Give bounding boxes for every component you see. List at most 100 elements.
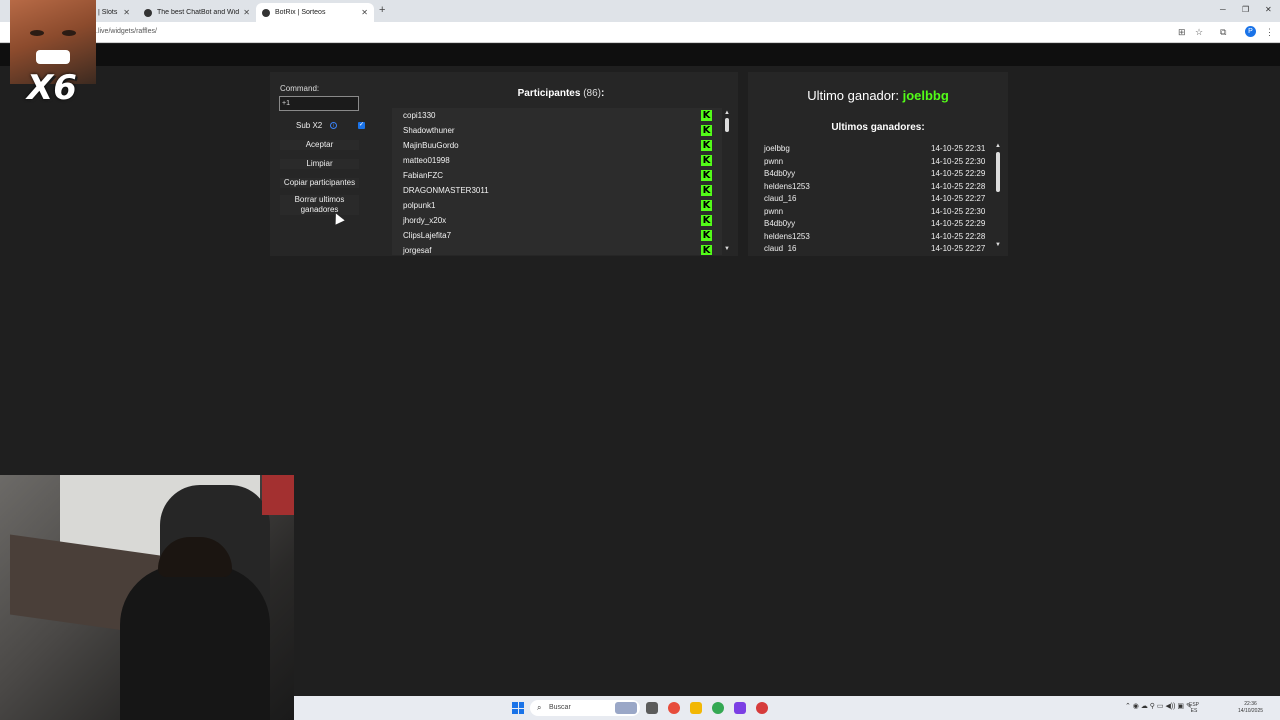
winner-row: claud_16 14-10-25 22:27 — [756, 242, 992, 251]
kick-icon: K — [701, 170, 712, 181]
participant-name: copi1330 — [403, 111, 436, 120]
app-icon[interactable] — [734, 702, 746, 714]
url-text[interactable]: .live/widgets/raffles/ — [96, 28, 157, 35]
eye — [30, 30, 44, 36]
scroll-down-icon[interactable]: ▼ — [995, 242, 1001, 248]
winner-row: joelbbg 14-10-25 22:31 — [756, 142, 992, 154]
winners-title: Ultimos ganadores: — [831, 122, 925, 133]
window-close-icon[interactable]: ✕ — [1265, 5, 1272, 14]
winner-row: pwnn 14-10-25 22:30 — [756, 155, 992, 167]
maximize-icon[interactable]: ❐ — [1242, 5, 1249, 14]
winner-row: B4db0yy 14-10-25 22:29 — [756, 167, 992, 179]
profile-avatar[interactable]: P — [1245, 26, 1256, 37]
participants-list[interactable]: copi1330 K Shadowthuner K MajinBuuGordo Kmatt… — [392, 108, 722, 255]
clear-button[interactable]: Limpiar — [280, 159, 359, 169]
file-explorer-icon[interactable] — [690, 702, 702, 714]
kick-icon: K — [701, 140, 712, 151]
browser-tab-slots[interactable]: | Slots o ✕ — [92, 3, 136, 22]
winners-scrollbar[interactable]: ▲ ▼ — [995, 143, 1001, 251]
search-icon: ⌕ — [537, 703, 542, 712]
copy-participants-button[interactable]: Copiar participantes — [280, 178, 359, 188]
participant-row: DRAGONMASTER3011 K — [392, 183, 722, 198]
winner-row: B4db0yy 14-10-25 22:29 — [756, 217, 992, 229]
info-icon[interactable]: i — [330, 122, 337, 129]
language-indicator[interactable]: ESP ES — [1189, 702, 1199, 714]
widgets-icon[interactable] — [615, 702, 637, 714]
kick-icon: K — [701, 200, 712, 211]
winner-date: 14-10-25 22:27 — [931, 244, 986, 251]
participant-name: matteo01998 — [403, 156, 450, 165]
bookmark-star-icon[interactable]: ☆ — [1195, 27, 1203, 38]
kick-icon: K — [701, 110, 712, 121]
accept-button[interactable]: Aceptar — [280, 140, 359, 150]
lang-line: ES — [1190, 708, 1198, 714]
scroll-thumb[interactable] — [725, 118, 729, 132]
participants-title-text: Participantes — [517, 88, 581, 99]
participants-count: (86) — [583, 88, 602, 99]
participants-scrollbar[interactable]: ▲ ▼ — [724, 110, 730, 255]
last-winner: Ultimo ganador: joelbbg — [748, 88, 1008, 103]
sub-x2-label: Sub X2 — [296, 121, 323, 130]
scroll-thumb[interactable] — [996, 152, 1000, 192]
multiplier-overlay: X6 — [27, 68, 77, 108]
winner-date: 14-10-25 22:30 — [931, 206, 986, 216]
participant-name: Shadowthuner — [403, 126, 455, 135]
participants-title: Participantes (86): — [390, 88, 732, 99]
button-label-line: Borrar ultimos — [294, 195, 345, 204]
kick-icon: K — [701, 155, 712, 166]
tab-label: | Slots o — [98, 9, 119, 16]
participant-row: polpunk1 K — [392, 198, 722, 213]
winner-name: claud_16 — [764, 244, 797, 251]
extensions-icon[interactable]: ⧉ — [1220, 27, 1226, 38]
new-tab-icon[interactable]: + — [379, 4, 385, 16]
close-icon[interactable]: ✕ — [123, 8, 130, 17]
windows-start-icon[interactable] — [512, 702, 524, 714]
participant-name: ClipsLajefita7 — [403, 231, 452, 240]
close-icon[interactable]: ✕ — [243, 8, 250, 17]
minimize-icon[interactable]: ─ — [1220, 5, 1226, 14]
participants-colon: : — [601, 88, 605, 99]
winner-row: claud_16 14-10-25 22:27 — [756, 192, 992, 204]
last-winner-label: Ultimo ganador: — [807, 88, 899, 103]
winner-name: pwnn — [764, 156, 784, 166]
winner-name: joelbbg — [764, 144, 790, 153]
winner-date: 14-10-25 22:28 — [931, 181, 986, 191]
menu-icon[interactable]: ⋮ — [1265, 27, 1274, 38]
last-winner-name: joelbbg — [902, 88, 949, 103]
app-icon[interactable] — [756, 702, 768, 714]
participant-row: jhordy_x20x K — [392, 213, 722, 228]
scroll-up-icon[interactable]: ▲ — [724, 110, 730, 116]
participant-row: ClipsLajefita7 K — [392, 228, 722, 243]
clock[interactable]: 22:36 14/10/2025 — [1238, 701, 1263, 715]
winner-name: B4db0yy — [764, 219, 796, 228]
participant-name: FabianFZC — [403, 171, 444, 180]
winner-name: heldens1253 — [764, 231, 810, 241]
copilot-icon[interactable] — [668, 702, 680, 714]
eye — [62, 30, 76, 36]
scroll-up-icon[interactable]: ▲ — [995, 143, 1001, 149]
delete-winners-button[interactable]: Borrar ultimos ganadores — [280, 195, 359, 215]
botrix-icon — [262, 8, 270, 17]
sub-x2-checkbox[interactable]: ✓ — [358, 122, 365, 129]
address-bar: .live/widgets/raffles/ ⊞ ☆ ⧉ ⋮ — [0, 22, 1280, 43]
scroll-down-icon[interactable]: ▼ — [724, 246, 730, 252]
webcam-feed — [0, 475, 294, 720]
close-icon[interactable]: ✕ — [361, 8, 368, 17]
winners-list[interactable]: joelbbg 14-10-25 22:31 pwnn 14-10-25 22:30 B… — [756, 142, 992, 251]
command-input[interactable] — [279, 96, 359, 111]
winner-date: 14-10-25 22:27 — [931, 194, 986, 203]
browser-tab-chatbot[interactable]: The best ChatBot and Widget ✕ — [138, 3, 256, 22]
kick-icon: K — [701, 245, 712, 255]
winner-name: claud_16 — [764, 194, 797, 203]
webcam-poster — [262, 475, 294, 515]
translate-icon[interactable]: ⊞ — [1178, 27, 1186, 38]
participant-row: jorgesaf K — [392, 243, 722, 255]
task-view-icon[interactable] — [646, 702, 658, 714]
chrome-icon[interactable] — [712, 702, 724, 714]
system-tray[interactable]: ⌃ ◉ ☁ ⚲ ▭ ◀)) ▣ ✎ — [1125, 702, 1192, 710]
winner-row: heldens1253 14-10-25 22:28 — [756, 180, 992, 192]
tab-label: The best ChatBot and Widget — [157, 9, 240, 16]
winner-date: 14-10-25 22:31 — [931, 144, 986, 153]
browser-tab-botrix[interactable]: BotRix | Sorteos ✕ — [256, 3, 374, 22]
kick-icon: K — [701, 185, 712, 196]
